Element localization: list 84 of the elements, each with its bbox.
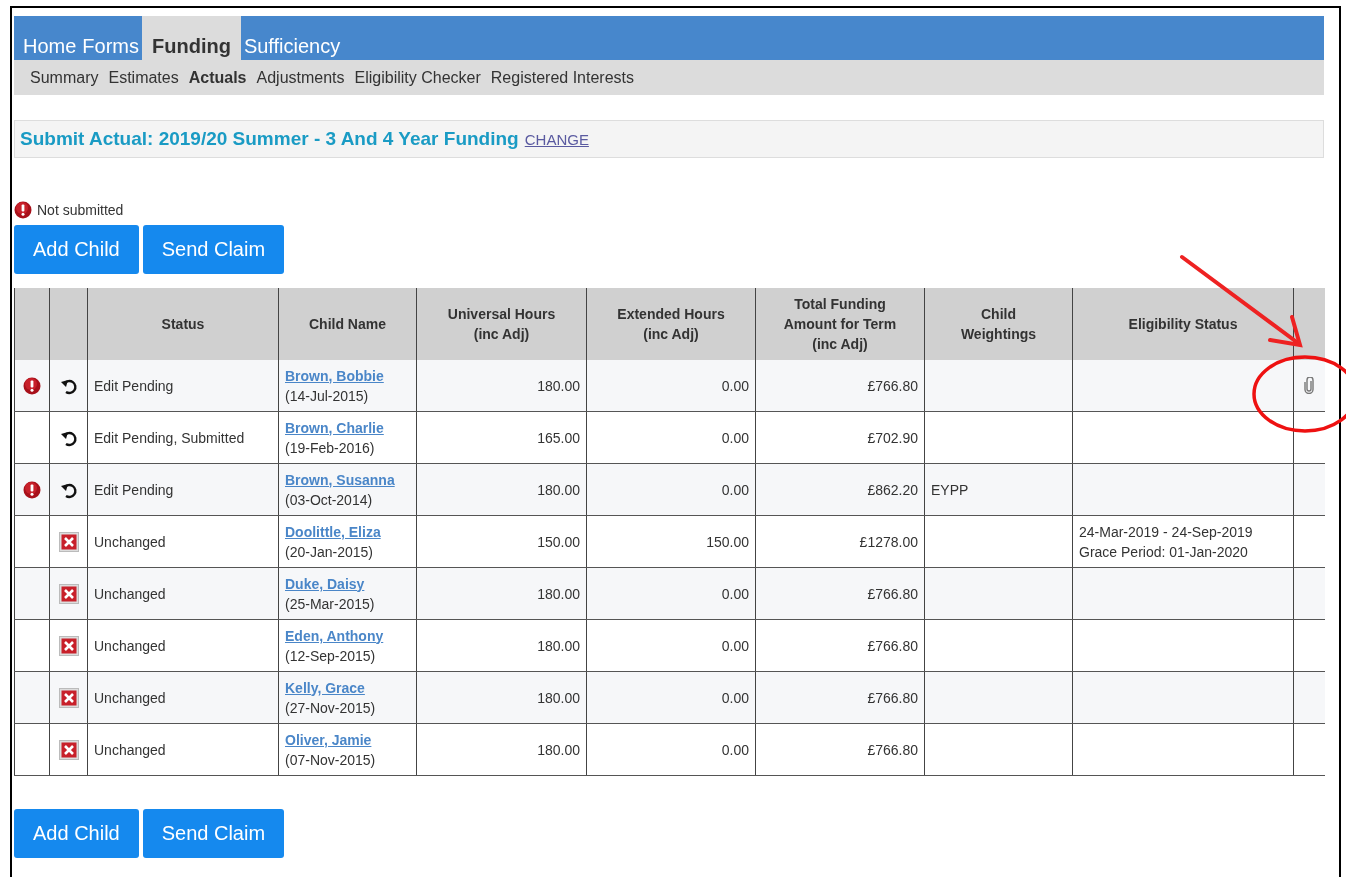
amount-text: 150.00 bbox=[705, 532, 749, 552]
subnav-link[interactable]: Adjustments bbox=[256, 68, 345, 87]
change-link[interactable]: CHANGE bbox=[524, 130, 589, 148]
nav-tab[interactable]: Home bbox=[20, 16, 80, 60]
child-name-link[interactable]: Duke, Daisy bbox=[285, 573, 410, 594]
warning-icon bbox=[23, 376, 41, 395]
column-header: Universal Hours (inc Adj) bbox=[446, 305, 557, 344]
amount-text: 180.00 bbox=[536, 480, 580, 500]
submission-status: Not submitted bbox=[37, 202, 124, 218]
column-header: Total Funding Amount for Term (inc Adj) bbox=[782, 295, 898, 354]
child-name-link[interactable]: Doolittle, Eliza bbox=[285, 521, 410, 542]
status-text: Unchanged bbox=[94, 688, 167, 708]
status-text: Edit Pending, Submitted bbox=[94, 428, 246, 448]
claim-title: Submit Actual: 2019/20 Summer - 3 And 4 Year Funding bbox=[20, 128, 519, 150]
amount-text: 165.00 bbox=[536, 428, 580, 448]
column-header: Child Weightings bbox=[959, 305, 1038, 344]
child-name-link[interactable]: Brown, Charlie bbox=[285, 417, 410, 438]
remove-icon[interactable] bbox=[58, 635, 79, 656]
date-of-birth: (27-Nov-2015) bbox=[285, 698, 377, 718]
subnav-link[interactable]: Summary bbox=[30, 68, 99, 87]
amount-text: £766.80 bbox=[866, 376, 918, 396]
date-of-birth: (19-Feb-2016) bbox=[285, 438, 376, 458]
claim-button[interactable]: Add Child bbox=[14, 809, 139, 858]
date-of-birth: (25-Mar-2015) bbox=[285, 594, 376, 614]
amount-text: £862.20 bbox=[866, 480, 918, 500]
subnav-link[interactable]: Registered Interests bbox=[490, 68, 634, 87]
child-name-link[interactable]: Eden, Anthony bbox=[285, 625, 410, 646]
amount-text: £702.90 bbox=[866, 428, 918, 448]
amount-text: 0.00 bbox=[720, 636, 749, 656]
warning-icon bbox=[23, 480, 41, 499]
subnav-link[interactable]: Estimates bbox=[108, 68, 179, 87]
claim-button[interactable]: Add Child bbox=[14, 225, 139, 274]
remove-icon[interactable] bbox=[58, 583, 79, 604]
column-header: Child Name bbox=[308, 315, 387, 334]
date-of-birth: (20-Jan-2015) bbox=[285, 542, 374, 562]
amount-text: 0.00 bbox=[720, 376, 749, 396]
amount-text: £1278.00 bbox=[858, 532, 918, 552]
date-of-birth: (03-Oct-2014) bbox=[285, 490, 374, 510]
status-text: Unchanged bbox=[94, 532, 167, 552]
column-header: Extended Hours (inc Adj) bbox=[616, 305, 726, 344]
nav-tab[interactable]: Sufficiency bbox=[240, 16, 344, 60]
amount-text: 180.00 bbox=[536, 636, 580, 656]
claim-button[interactable]: Send Claim bbox=[142, 225, 285, 274]
amount-text: 0.00 bbox=[720, 480, 749, 500]
subnav-link[interactable]: Actuals bbox=[188, 68, 247, 87]
eligibility-text: Grace Period: 01-Jan-2020 bbox=[1079, 542, 1249, 562]
remove-icon[interactable] bbox=[58, 531, 79, 552]
status-text: Edit Pending bbox=[94, 376, 175, 396]
claim-button[interactable]: Send Claim bbox=[142, 809, 285, 858]
amount-text: 150.00 bbox=[536, 532, 580, 552]
date-of-birth: (14-Jul-2015) bbox=[285, 386, 370, 406]
amount-text: 0.00 bbox=[720, 584, 749, 604]
eligibility-text: 24-Mar-2019 - 24-Sep-2019 bbox=[1079, 522, 1254, 542]
amount-text: £766.80 bbox=[866, 740, 918, 760]
nav-tab[interactable]: Funding bbox=[142, 16, 241, 60]
child-name-link[interactable]: Brown, Bobbie bbox=[285, 365, 410, 386]
amount-text: 0.00 bbox=[720, 428, 749, 448]
child-name-link[interactable]: Brown, Susanna bbox=[285, 469, 410, 490]
subnav-link[interactable]: Eligibility Checker bbox=[354, 68, 481, 87]
child-name-link[interactable]: Oliver, Jamie bbox=[285, 729, 410, 750]
amount-text: 180.00 bbox=[536, 376, 580, 396]
amount-text: 180.00 bbox=[536, 740, 580, 760]
column-header: Status bbox=[160, 315, 206, 334]
status-text: Unchanged bbox=[94, 636, 167, 656]
child-name-link[interactable]: Kelly, Grace bbox=[285, 677, 410, 698]
paperclip-icon[interactable] bbox=[1303, 377, 1316, 394]
amount-text: £766.80 bbox=[866, 688, 918, 708]
date-of-birth: (07-Nov-2015) bbox=[285, 750, 377, 770]
amount-text: 180.00 bbox=[536, 584, 580, 604]
remove-icon[interactable] bbox=[58, 739, 79, 760]
status-text: Unchanged bbox=[94, 584, 167, 604]
nav-tab[interactable]: Forms bbox=[79, 16, 143, 60]
weighting-text: EYPP bbox=[931, 480, 970, 500]
remove-icon[interactable] bbox=[58, 687, 79, 708]
amount-text: £766.80 bbox=[866, 636, 918, 656]
amount-text: 0.00 bbox=[720, 688, 749, 708]
status-text: Edit Pending bbox=[94, 480, 175, 500]
amount-text: 0.00 bbox=[720, 740, 749, 760]
amount-text: £766.80 bbox=[866, 584, 918, 604]
warning-icon bbox=[14, 201, 32, 219]
date-of-birth: (12-Sep-2015) bbox=[285, 646, 377, 666]
column-header: Eligibility Status bbox=[1127, 315, 1239, 334]
amount-text: 180.00 bbox=[536, 688, 580, 708]
status-text: Unchanged bbox=[94, 740, 167, 760]
